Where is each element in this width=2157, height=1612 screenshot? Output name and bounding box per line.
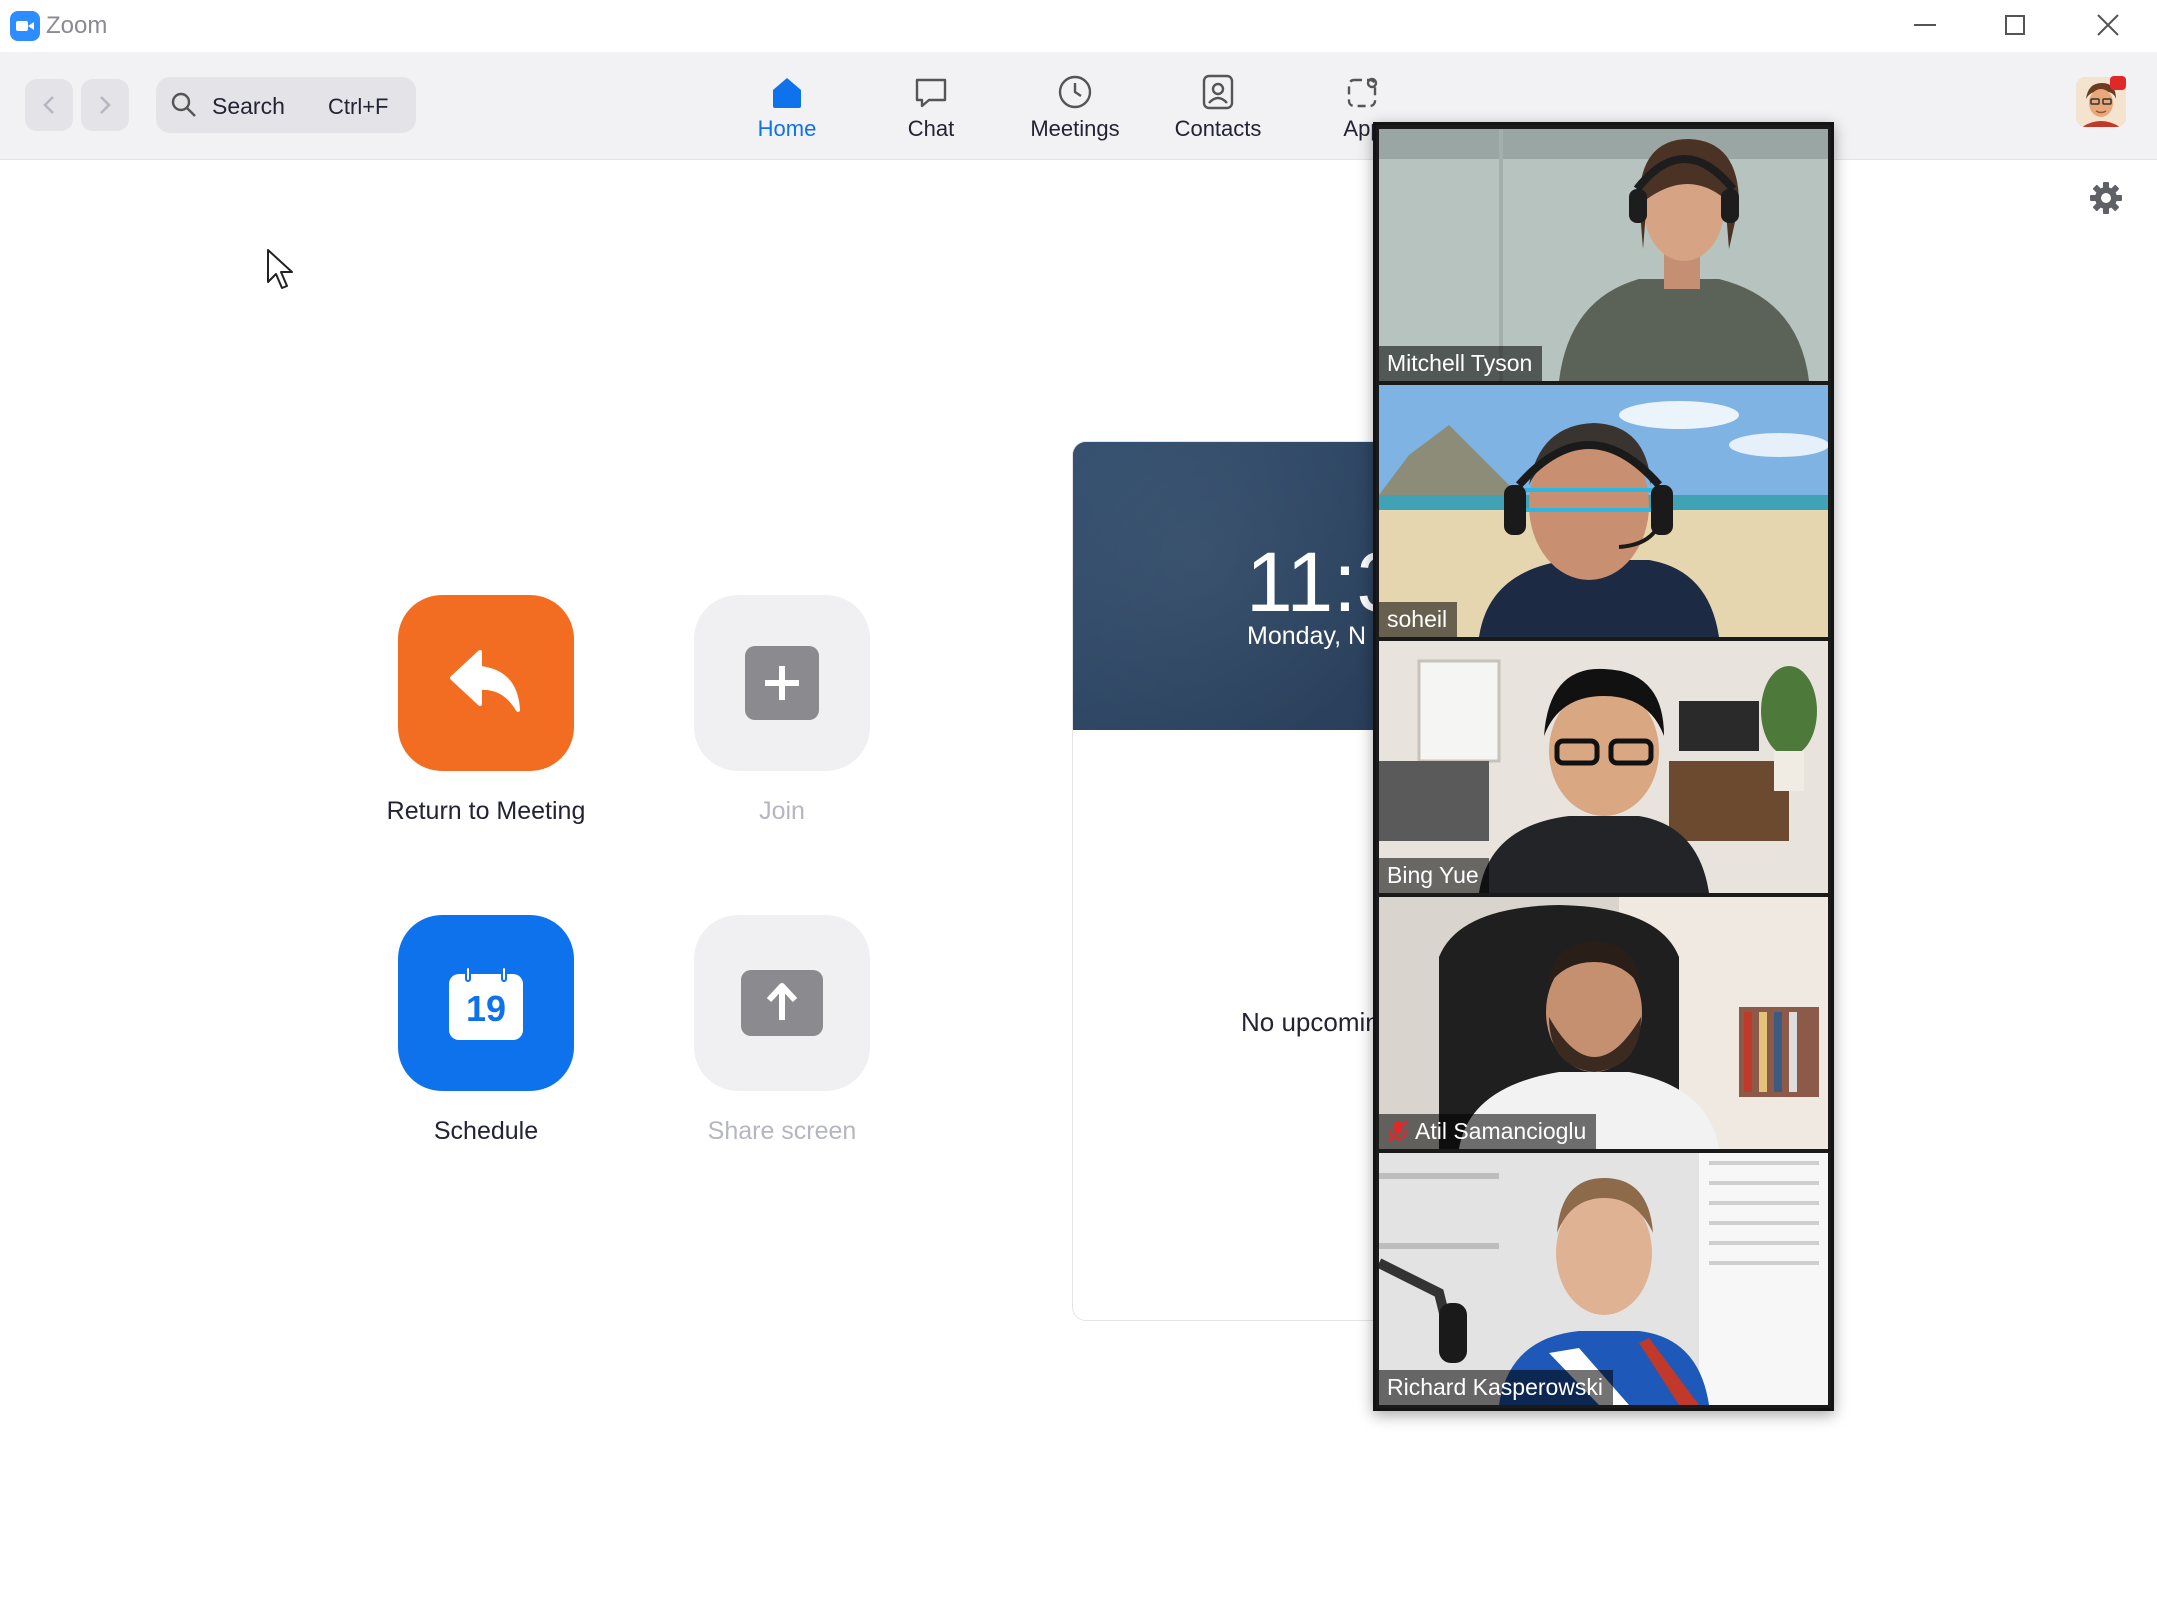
participant-video-tile[interactable]: Richard Kasperowski — [1379, 1153, 1828, 1405]
participant-name: Richard Kasperowski — [1379, 1370, 1614, 1405]
title-bar: Zoom — [0, 0, 2157, 52]
no-upcoming-meetings-text: No upcomin — [1241, 1007, 1380, 1037]
participant-name: Mitchell Tyson — [1379, 346, 1543, 381]
return-arrow-icon — [450, 650, 520, 712]
notification-badge — [2110, 76, 2126, 90]
home-icon — [773, 78, 801, 108]
mouse-cursor-icon — [267, 249, 293, 289]
join-label: Join — [759, 797, 805, 825]
chevron-right-icon — [100, 96, 111, 114]
participant-video-tile[interactable]: Mitchell Tyson — [1379, 129, 1828, 381]
return-to-meeting-button[interactable]: Return to Meeting — [387, 595, 585, 826]
participant-video — [1379, 897, 1828, 1149]
participant-name-muted: Atil Samancioglu — [1379, 1114, 1597, 1149]
participant-video — [1379, 385, 1828, 637]
share-screen-button[interactable]: Share screen — [694, 915, 870, 1146]
forward-button[interactable] — [81, 79, 129, 131]
clock-icon — [1058, 75, 1092, 109]
clock-date: Monday, N — [1247, 622, 1367, 650]
share-screen-tile[interactable] — [694, 915, 870, 1091]
participant-video — [1379, 1153, 1828, 1405]
muted-microphone-icon — [1388, 1120, 1408, 1142]
tab-meetings[interactable]: Meetings — [1010, 72, 1140, 154]
chat-bubble-icon — [915, 78, 947, 108]
search-icon — [171, 92, 196, 117]
share-screen-label: Share screen — [707, 1117, 857, 1145]
share-up-arrow-icon — [741, 970, 823, 1036]
maximize-button[interactable] — [1970, 0, 2060, 50]
search-placeholder: Search — [212, 93, 285, 119]
search-shortcut: Ctrl+F — [328, 94, 389, 119]
tab-home-label: Home — [757, 116, 817, 141]
participant-name: soheil — [1379, 602, 1458, 637]
close-icon — [2097, 14, 2119, 36]
participant-video-tile[interactable]: Atil Samancioglu — [1379, 897, 1828, 1149]
calendar-day: 19 — [465, 988, 507, 1029]
participant-video-tile-active-speaker[interactable]: soheil — [1379, 385, 1828, 637]
participant-video — [1379, 641, 1828, 893]
apps-icon — [1347, 77, 1378, 108]
minimize-button[interactable] — [1880, 0, 1970, 50]
plus-icon — [745, 646, 819, 720]
search-box[interactable]: Search Ctrl+F — [156, 77, 416, 133]
contact-card-icon — [1202, 74, 1234, 110]
tab-chat-label: Chat — [907, 116, 955, 141]
meeting-video-panel[interactable]: Mitchell Tyson soheil Bing Yue Atil Sama… — [1373, 122, 1834, 1411]
tab-chat[interactable]: Chat — [866, 72, 996, 154]
settings-gear-icon[interactable] — [2088, 180, 2124, 216]
close-button[interactable] — [2063, 0, 2153, 50]
join-tile[interactable] — [694, 595, 870, 771]
back-button[interactable] — [25, 79, 73, 131]
tab-meetings-label: Meetings — [1030, 116, 1120, 141]
app-title: Zoom — [46, 12, 108, 39]
minimize-icon — [1914, 24, 1936, 26]
tab-home[interactable]: Home — [722, 72, 852, 154]
participant-video-tile[interactable]: Bing Yue — [1379, 641, 1828, 893]
participant-name: Atil Samancioglu — [1415, 1118, 1587, 1144]
schedule-tile[interactable]: 19 — [398, 915, 574, 1091]
participant-name: Bing Yue — [1379, 858, 1489, 893]
calendar-icon: 19 — [449, 966, 523, 1040]
join-button[interactable]: Join — [694, 595, 870, 826]
chevron-left-icon — [43, 96, 54, 114]
return-to-meeting-label: Return to Meeting — [386, 797, 586, 825]
schedule-button[interactable]: 19 Schedule — [398, 915, 574, 1146]
participant-video — [1379, 129, 1828, 381]
return-to-meeting-tile[interactable] — [398, 595, 574, 771]
schedule-label: Schedule — [433, 1117, 539, 1145]
tab-contacts-label: Contacts — [1174, 116, 1262, 141]
tab-contacts[interactable]: Contacts — [1153, 72, 1283, 154]
zoom-logo-icon — [10, 11, 40, 41]
maximize-icon — [2005, 15, 2025, 35]
